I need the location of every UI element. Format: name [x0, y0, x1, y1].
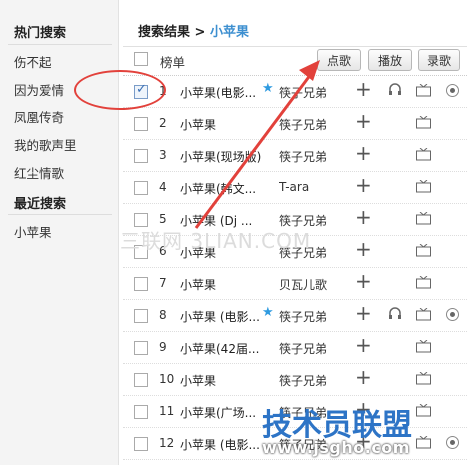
hot-search-item[interactable]: 伤不起: [14, 52, 52, 71]
row-number: 5: [159, 212, 167, 226]
column-label: 榜单: [160, 55, 186, 70]
radio-icon[interactable]: [446, 308, 459, 321]
artist-name[interactable]: 筷子兄弟: [279, 148, 349, 165]
play-button[interactable]: 播放: [368, 49, 412, 71]
row-number: 3: [159, 148, 167, 162]
row-number: 8: [159, 308, 167, 322]
add-icon[interactable]: +: [355, 271, 372, 291]
star-icon: ★: [262, 81, 274, 96]
artist-name[interactable]: 贝瓦儿歌: [279, 276, 349, 293]
song-title[interactable]: 小苹果(广场...: [180, 404, 272, 421]
star-icon: ★: [262, 305, 274, 320]
breadcrumb: 搜索结果 > 小苹果: [138, 21, 249, 40]
table-row[interactable]: 2 小苹果 筷子兄弟 +: [123, 108, 467, 140]
row-number: 2: [159, 116, 167, 130]
tv-icon[interactable]: [416, 243, 431, 257]
table-row[interactable]: 7 小苹果 贝瓦儿歌 +: [123, 268, 467, 300]
song-title[interactable]: 小苹果 (电影...: [180, 436, 272, 453]
row-checkbox[interactable]: [134, 277, 148, 291]
artist-name[interactable]: 筷子兄弟: [279, 308, 349, 325]
radio-icon[interactable]: [446, 84, 459, 97]
artist-name[interactable]: 筷子兄弟: [279, 340, 349, 357]
radio-icon[interactable]: [446, 436, 459, 449]
row-checkbox[interactable]: [134, 373, 148, 387]
row-separator: [123, 459, 467, 460]
hot-search-item[interactable]: 红尘情歌: [14, 163, 64, 182]
table-row[interactable]: 1小苹果(电影...★筷子兄弟+: [123, 76, 467, 108]
recent-search-title: 最近搜索: [14, 197, 67, 212]
row-number: 10: [159, 372, 175, 386]
tv-icon[interactable]: [416, 403, 431, 417]
row-number: 9: [159, 340, 167, 354]
tv-icon[interactable]: [416, 435, 431, 449]
select-all-checkbox[interactable]: [134, 52, 148, 66]
tv-icon[interactable]: [416, 179, 431, 193]
breadcrumb-current[interactable]: 小苹果: [210, 25, 249, 40]
watermark-url: www.jsgho.com: [262, 438, 410, 457]
tv-icon[interactable]: [416, 115, 431, 129]
row-checkbox[interactable]: [134, 309, 148, 323]
add-icon[interactable]: +: [355, 335, 372, 355]
sidebar-divider: [8, 44, 112, 45]
table-row[interactable]: 10 小苹果 筷子兄弟 +: [123, 364, 467, 396]
row-checkbox[interactable]: [134, 117, 148, 131]
tv-icon[interactable]: [416, 275, 431, 289]
annotation-circle: [74, 70, 166, 110]
table-row[interactable]: 9 小苹果(42届... 筷子兄弟 +: [123, 332, 467, 364]
row-checkbox[interactable]: [134, 181, 148, 195]
add-icon[interactable]: +: [355, 111, 372, 131]
record-button[interactable]: 录歌: [418, 49, 460, 71]
song-title[interactable]: 小苹果: [180, 372, 272, 389]
artist-name[interactable]: 筷子兄弟: [279, 84, 349, 101]
table-row[interactable]: 3 小苹果(现场版) 筷子兄弟 +: [123, 140, 467, 172]
row-number: 4: [159, 180, 167, 194]
add-icon[interactable]: +: [355, 239, 372, 259]
song-title[interactable]: 小苹果: [180, 116, 272, 133]
add-icon[interactable]: +: [355, 175, 372, 195]
row-checkbox[interactable]: [134, 437, 148, 451]
breadcrumb-prefix: 搜索结果 >: [138, 25, 206, 40]
add-icon[interactable]: +: [355, 79, 372, 99]
recent-search-item[interactable]: 小苹果: [14, 222, 52, 241]
add-icon[interactable]: +: [355, 143, 372, 163]
sidebar-divider: [8, 214, 112, 215]
table-row[interactable]: 8 小苹果 (电影... ★ 筷子兄弟 +: [123, 300, 467, 332]
song-title[interactable]: 小苹果(现场版): [180, 148, 272, 165]
song-title[interactable]: 小苹果(42届...: [180, 340, 272, 357]
headphones-icon[interactable]: [388, 82, 402, 96]
row-number: 11: [159, 404, 175, 418]
artist-name[interactable]: T-ara: [279, 180, 349, 194]
hot-search-title: 热门搜索: [14, 26, 67, 41]
row-checkbox[interactable]: [134, 149, 148, 163]
watermark-left: 三联网 3LIAN.COM: [120, 229, 312, 253]
tv-icon[interactable]: [416, 147, 431, 161]
headphones-icon[interactable]: [388, 306, 402, 320]
row-checkbox[interactable]: [134, 341, 148, 355]
row-number: 12: [159, 436, 175, 450]
hot-search-item[interactable]: 因为爱情: [14, 80, 64, 99]
hot-search-item[interactable]: 凤凰传奇: [14, 107, 64, 126]
song-title[interactable]: 小苹果(电影...: [180, 84, 272, 101]
add-icon[interactable]: +: [355, 303, 372, 323]
tv-icon[interactable]: [416, 371, 431, 385]
hot-search-item[interactable]: 我的歌声里: [14, 135, 77, 154]
artist-name[interactable]: 筷子兄弟: [279, 116, 349, 133]
header-divider: [123, 46, 467, 47]
row-checkbox[interactable]: [134, 405, 148, 419]
add-icon[interactable]: +: [355, 207, 372, 227]
song-title[interactable]: 小苹果 (电影...: [180, 308, 272, 325]
table-row[interactable]: 4 小苹果(韩文... T-ara +: [123, 172, 467, 204]
song-title[interactable]: 小苹果(韩文...: [180, 180, 272, 197]
row-number: 7: [159, 276, 167, 290]
song-title[interactable]: 小苹果: [180, 276, 272, 293]
add-icon[interactable]: +: [355, 367, 372, 387]
artist-name[interactable]: 筷子兄弟: [279, 372, 349, 389]
tv-icon[interactable]: [416, 307, 431, 321]
sidebar: 热门搜索 伤不起 因为爱情 凤凰传奇 我的歌声里 红尘情歌 最近搜索 小苹果: [0, 0, 119, 465]
tv-icon[interactable]: [416, 83, 431, 97]
tv-icon[interactable]: [416, 211, 431, 225]
order-button[interactable]: 点歌: [317, 49, 361, 71]
tv-icon[interactable]: [416, 339, 431, 353]
